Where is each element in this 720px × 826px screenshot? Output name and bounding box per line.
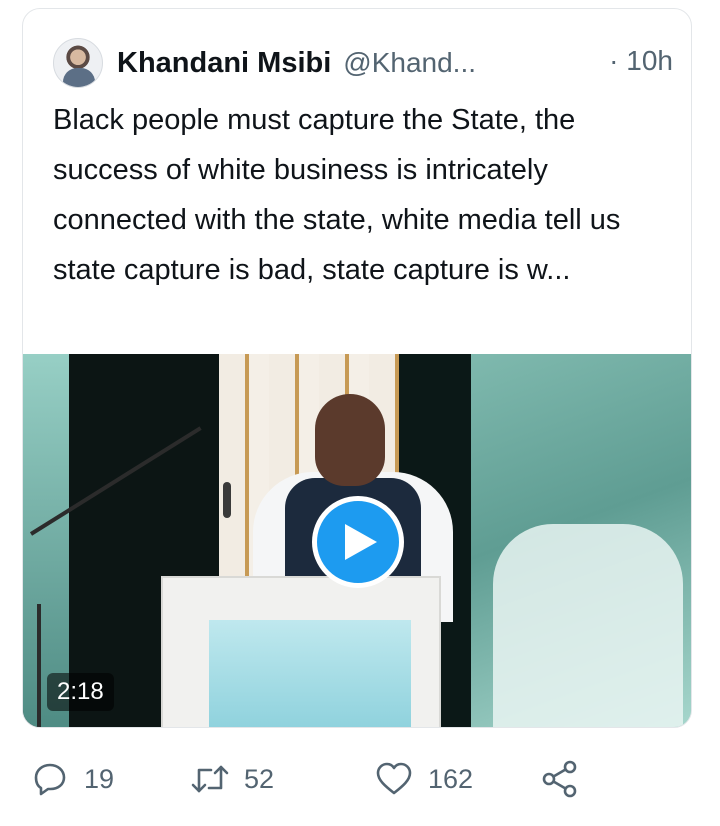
tweet-timestamp[interactable]: · 10h	[609, 45, 673, 77]
podium-screen	[209, 620, 411, 727]
tweet-header: Khandani Msibi @Khand... · 10h	[53, 35, 673, 91]
speaker-head	[315, 394, 385, 486]
author-handle[interactable]: @Khand...	[343, 47, 476, 79]
video-scene-left-panel	[23, 354, 69, 727]
retweet-icon	[190, 759, 230, 799]
video-duration: 2:18	[47, 673, 114, 711]
microphone	[223, 482, 231, 518]
microphone-stand-pole	[37, 604, 41, 727]
tweet-actions: 19 52 162	[30, 754, 690, 804]
share-button[interactable]	[540, 754, 580, 804]
play-button[interactable]	[312, 496, 404, 588]
author-name[interactable]: Khandani Msibi	[117, 47, 331, 80]
like-count: 162	[428, 763, 474, 794]
share-icon	[540, 759, 580, 799]
tweet-text: Black people must capture the State, the…	[53, 104, 621, 286]
reply-button[interactable]: 19	[30, 754, 114, 804]
play-icon	[345, 524, 377, 560]
avatar[interactable]	[53, 38, 103, 88]
video-scene-screen-figure	[493, 524, 683, 727]
reply-icon	[30, 759, 70, 799]
heart-icon	[374, 759, 414, 799]
like-button[interactable]: 162	[374, 754, 473, 804]
reply-count: 19	[84, 763, 115, 794]
video-thumbnail[interactable]: 2:18	[23, 354, 691, 727]
retweet-count: 52	[244, 763, 275, 794]
tweet-card[interactable]: Khandani Msibi @Khand... · 10h Black peo…	[22, 8, 692, 728]
retweet-button[interactable]: 52	[190, 754, 274, 804]
